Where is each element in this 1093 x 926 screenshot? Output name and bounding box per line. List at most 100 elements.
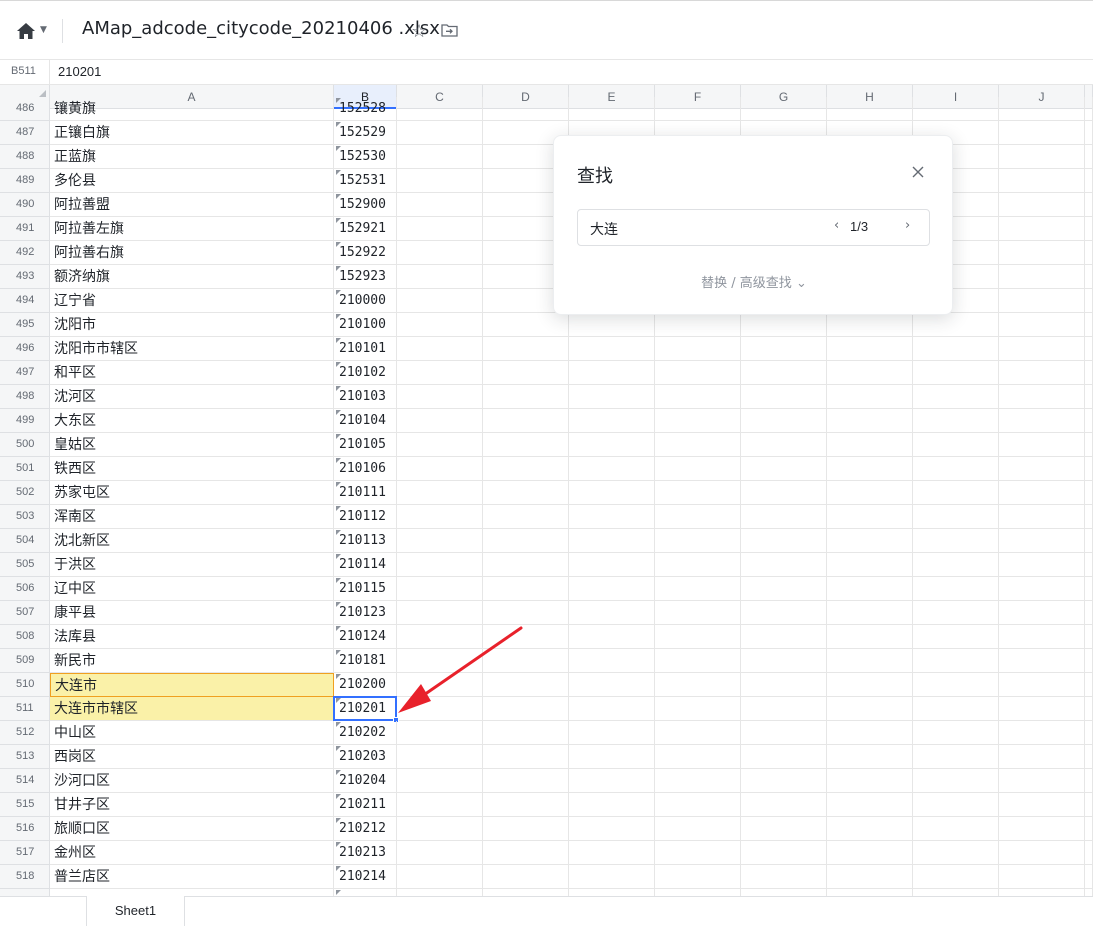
cell-adcode[interactable]: 210113 <box>334 529 397 553</box>
cell-name[interactable] <box>50 889 334 896</box>
cell-name[interactable]: 多伦县 <box>50 169 334 193</box>
row-number[interactable]: 518 <box>0 865 50 889</box>
row-number[interactable]: 496 <box>0 337 50 361</box>
chevron-right-icon[interactable]: › <box>905 218 910 233</box>
cell-adcode[interactable]: 210111 <box>334 481 397 505</box>
row-number[interactable]: 504 <box>0 529 50 553</box>
cell-adcode[interactable]: 152900 <box>334 193 397 217</box>
cell-empty[interactable] <box>397 793 483 817</box>
cell-name[interactable]: 皇姑区 <box>50 433 334 457</box>
cell-empty[interactable] <box>655 889 741 896</box>
cell-empty[interactable] <box>569 697 655 721</box>
cell-empty[interactable] <box>999 289 1085 313</box>
cell-name[interactable]: 旅顺口区 <box>50 817 334 841</box>
cell-empty[interactable] <box>483 577 569 601</box>
cell-empty[interactable] <box>913 601 999 625</box>
cell-empty[interactable] <box>741 577 827 601</box>
cell-empty[interactable] <box>569 529 655 553</box>
row-number[interactable]: 503 <box>0 505 50 529</box>
cell-empty[interactable] <box>569 745 655 769</box>
cell-empty[interactable] <box>741 745 827 769</box>
cell-name[interactable]: 沙河口区 <box>50 769 334 793</box>
cell-empty[interactable] <box>483 601 569 625</box>
cell-adcode[interactable]: 210203 <box>334 745 397 769</box>
cell-empty[interactable] <box>913 625 999 649</box>
cell-adcode[interactable]: 210106 <box>334 457 397 481</box>
row-number[interactable]: 500 <box>0 433 50 457</box>
cell-name[interactable]: 沈阳市 <box>50 313 334 337</box>
cell-empty[interactable] <box>569 841 655 865</box>
cell-empty[interactable] <box>913 337 999 361</box>
cell-empty[interactable] <box>483 793 569 817</box>
row-number[interactable]: 488 <box>0 145 50 169</box>
cell-name[interactable]: 法库县 <box>50 625 334 649</box>
cell-empty[interactable] <box>655 385 741 409</box>
cell-empty[interactable] <box>397 577 483 601</box>
cell-empty[interactable] <box>397 385 483 409</box>
row-number[interactable]: 494 <box>0 289 50 313</box>
cell-adcode[interactable]: 210114 <box>334 553 397 577</box>
cell-empty[interactable] <box>655 601 741 625</box>
cell-name[interactable]: 正蓝旗 <box>50 145 334 169</box>
cell-empty[interactable] <box>827 841 913 865</box>
sheet-tab[interactable]: Sheet1 <box>86 896 185 926</box>
home-menu-chevron-icon[interactable]: ▼ <box>40 25 47 35</box>
cell-empty[interactable] <box>999 193 1085 217</box>
cell-empty[interactable] <box>569 433 655 457</box>
cell-name[interactable]: 苏家屯区 <box>50 481 334 505</box>
row-number[interactable]: 514 <box>0 769 50 793</box>
close-icon[interactable] <box>910 164 926 180</box>
cell-empty[interactable] <box>655 457 741 481</box>
cell-empty[interactable] <box>397 457 483 481</box>
cell-empty[interactable] <box>483 505 569 529</box>
cell-adcode[interactable]: 210201 <box>334 697 397 721</box>
move-to-folder-icon[interactable] <box>441 23 458 37</box>
cell-empty[interactable] <box>999 385 1085 409</box>
cell-empty[interactable] <box>569 865 655 889</box>
cell-adcode[interactable]: 210000 <box>334 289 397 313</box>
cell-empty[interactable] <box>655 769 741 793</box>
cell-empty[interactable] <box>483 97 569 121</box>
cell-empty[interactable] <box>483 433 569 457</box>
cell-empty[interactable] <box>913 697 999 721</box>
cell-empty[interactable] <box>569 97 655 121</box>
cell-empty[interactable] <box>999 673 1085 697</box>
cell-name[interactable]: 康平县 <box>50 601 334 625</box>
row-number[interactable]: 489 <box>0 169 50 193</box>
cell-empty[interactable] <box>397 265 483 289</box>
cell-empty[interactable] <box>913 841 999 865</box>
cell-empty[interactable] <box>655 673 741 697</box>
cell-empty[interactable] <box>913 409 999 433</box>
cell-empty[interactable] <box>913 553 999 577</box>
cell-empty[interactable] <box>655 361 741 385</box>
cell-adcode[interactable]: 210103 <box>334 385 397 409</box>
cell-empty[interactable] <box>397 97 483 121</box>
cell-empty[interactable] <box>999 649 1085 673</box>
cell-empty[interactable] <box>569 889 655 896</box>
cell-empty[interactable] <box>569 625 655 649</box>
cell-empty[interactable] <box>741 793 827 817</box>
cell-empty[interactable] <box>483 313 569 337</box>
cell-empty[interactable] <box>827 409 913 433</box>
cell-empty[interactable] <box>655 817 741 841</box>
cell-empty[interactable] <box>483 721 569 745</box>
cell-empty[interactable] <box>741 457 827 481</box>
cell-empty[interactable] <box>741 433 827 457</box>
cell-adcode[interactable]: 210115 <box>334 577 397 601</box>
cell-empty[interactable] <box>827 673 913 697</box>
cell-empty[interactable] <box>999 769 1085 793</box>
cell-empty[interactable] <box>913 529 999 553</box>
cell-empty[interactable] <box>569 409 655 433</box>
row-number[interactable]: 515 <box>0 793 50 817</box>
cell-name[interactable]: 额济纳旗 <box>50 265 334 289</box>
cell-empty[interactable] <box>655 553 741 577</box>
cell-empty[interactable] <box>569 481 655 505</box>
find-input[interactable]: 大连 ‹ 1/3 › <box>577 209 930 246</box>
cell-empty[interactable] <box>827 601 913 625</box>
cell-empty[interactable] <box>655 625 741 649</box>
cell-empty[interactable] <box>999 241 1085 265</box>
cell-adcode[interactable]: 152921 <box>334 217 397 241</box>
cell-empty[interactable] <box>569 361 655 385</box>
cell-empty[interactable] <box>741 505 827 529</box>
cell-adcode[interactable]: 152922 <box>334 241 397 265</box>
